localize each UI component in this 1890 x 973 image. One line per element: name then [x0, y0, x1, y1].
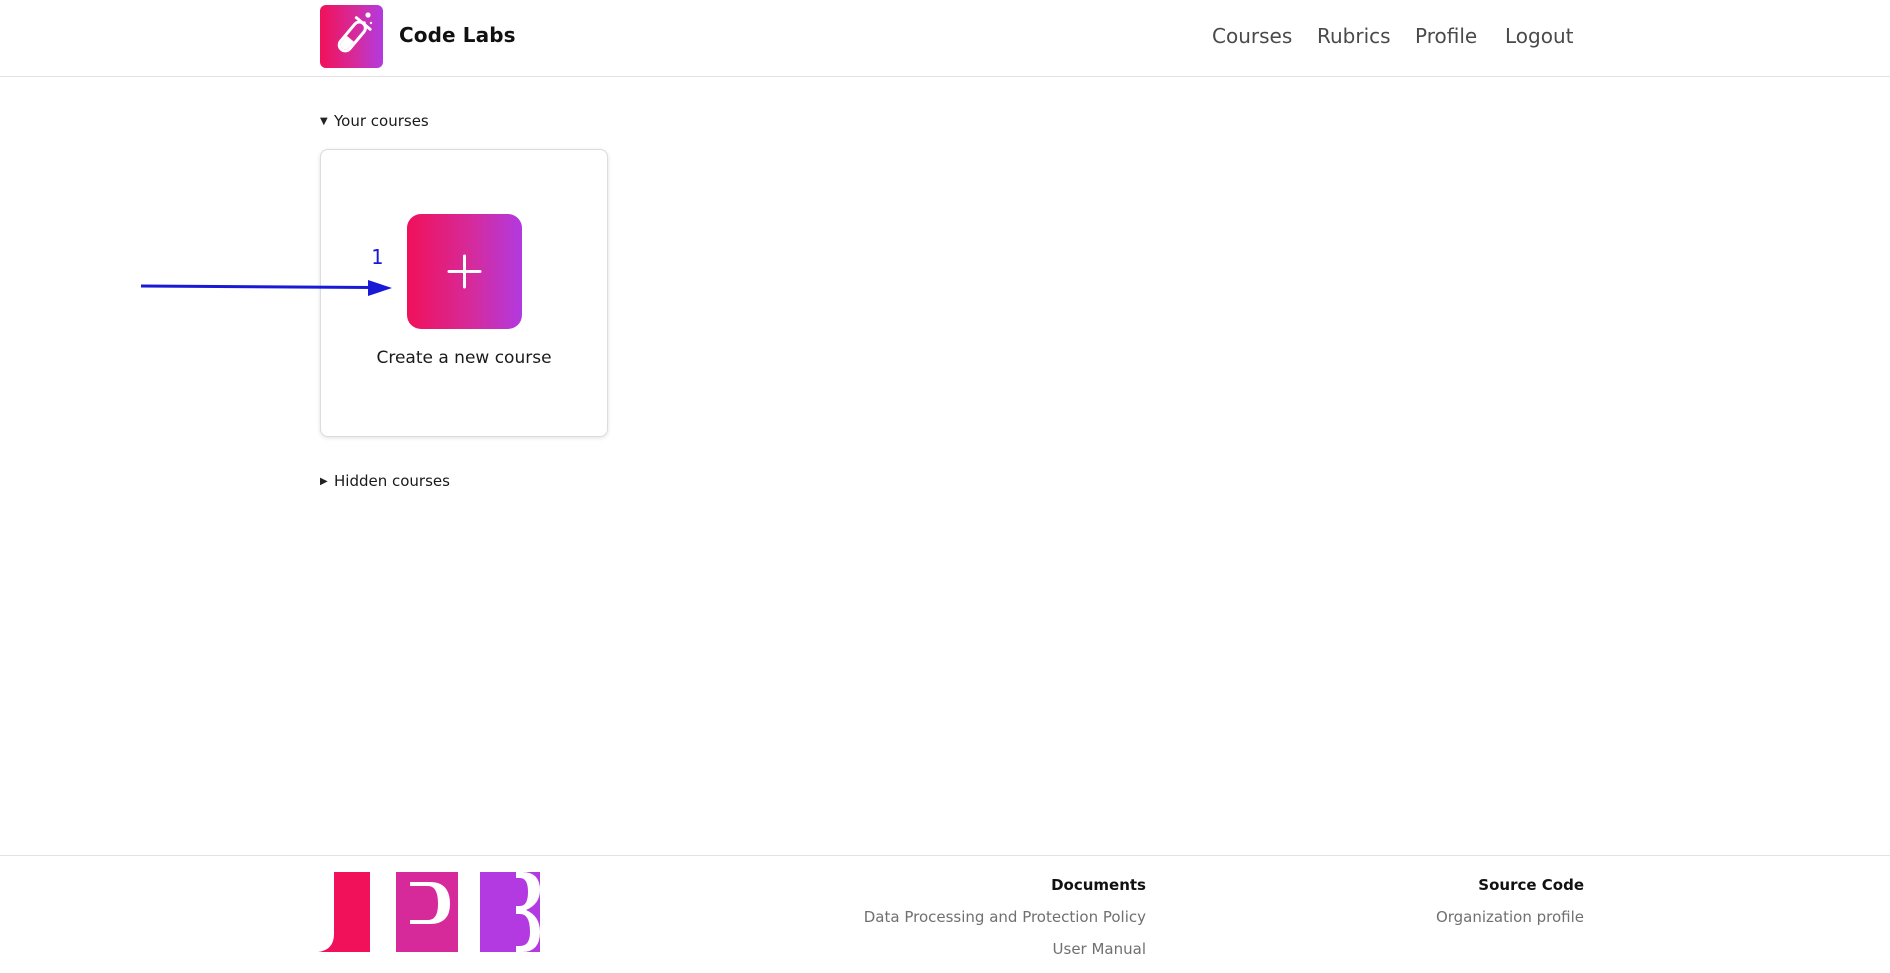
annotation-step-number: 1: [371, 245, 384, 269]
triangle-down-icon: ▼: [320, 115, 328, 127]
university-logo: [310, 872, 540, 952]
your-courses-label: Your courses: [334, 112, 429, 130]
footer-link-privacy-policy[interactable]: Data Processing and Protection Policy: [864, 908, 1146, 926]
create-course-label: Create a new course: [376, 348, 552, 368]
annotation-arrow: [140, 280, 392, 296]
plus-icon: [447, 254, 482, 289]
hidden-courses-label: Hidden courses: [334, 472, 450, 490]
footer-link-user-manual[interactable]: User Manual: [1053, 940, 1146, 958]
your-courses-toggle[interactable]: ▼ Your courses: [320, 111, 429, 131]
add-course-button[interactable]: [407, 214, 522, 329]
nav-logout[interactable]: Logout: [1505, 24, 1573, 48]
test-tube-icon: [337, 12, 373, 53]
footer: Documents Data Processing and Protection…: [0, 855, 1890, 973]
triangle-right-icon: ▶: [320, 475, 328, 487]
app-logo[interactable]: [320, 5, 383, 68]
nav-profile[interactable]: Profile: [1415, 24, 1477, 48]
hidden-courses-toggle[interactable]: ▶ Hidden courses: [320, 471, 450, 491]
brand-name[interactable]: Code Labs: [399, 23, 516, 47]
nav-rubrics[interactable]: Rubrics: [1317, 24, 1391, 48]
nav-courses[interactable]: Courses: [1212, 24, 1292, 48]
top-navbar: Code Labs Courses Rubrics Profile Logout: [0, 0, 1890, 77]
create-course-card[interactable]: Create a new course: [320, 149, 608, 437]
footer-link-organization-profile[interactable]: Organization profile: [1436, 908, 1584, 926]
footer-source-heading: Source Code: [1478, 876, 1584, 894]
footer-documents-heading: Documents: [1051, 876, 1146, 894]
